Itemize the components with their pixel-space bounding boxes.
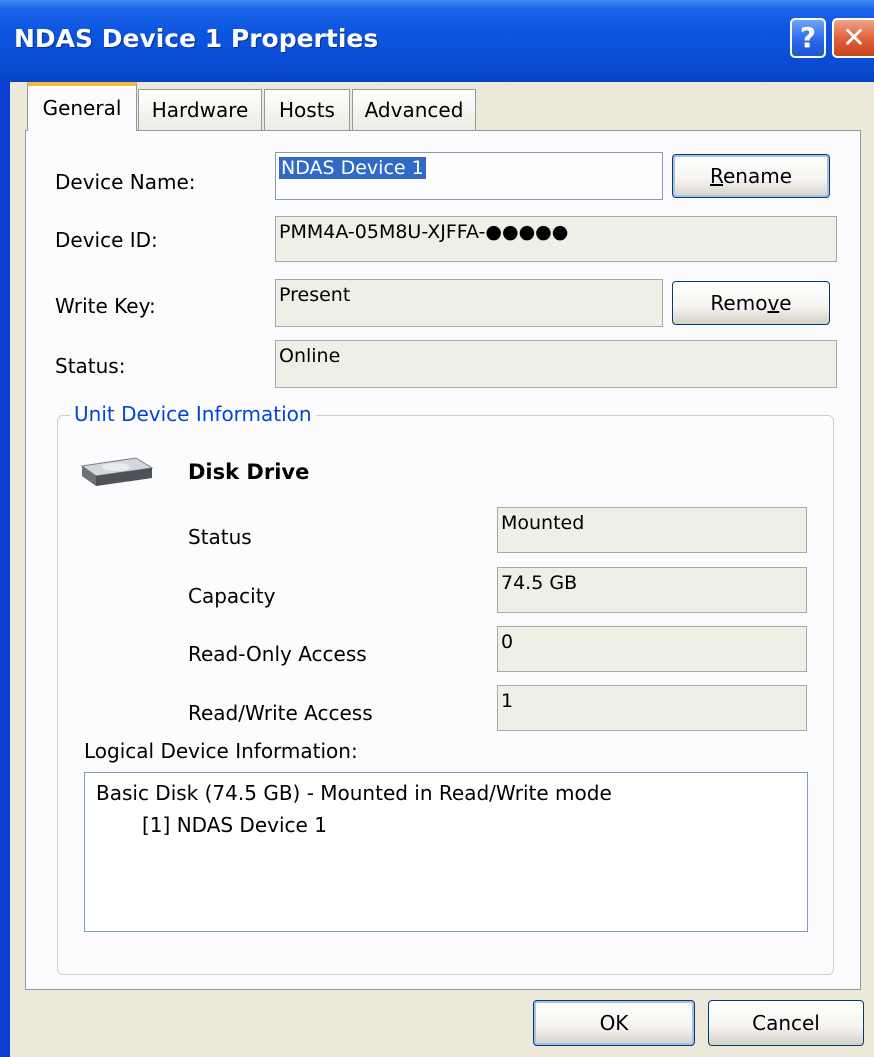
remove-label-post: e [779, 291, 792, 315]
device-id-field[interactable]: PMM4A-05M8U-XJFFA-●●●●● [275, 216, 837, 262]
tab-advanced[interactable]: Advanced [352, 89, 476, 131]
window-title: NDAS Device 1 Properties [14, 24, 379, 53]
disk-drive-title: Disk Drive [188, 460, 310, 484]
close-icon[interactable]: ✕ [832, 18, 874, 58]
read-write-access-field[interactable]: 1 [497, 685, 807, 731]
read-only-access-field[interactable]: 0 [497, 626, 807, 672]
remove-button[interactable]: Remove [672, 281, 830, 325]
rename-accel: R [709, 164, 723, 188]
cancel-button[interactable]: Cancel [708, 1000, 864, 1046]
status-label: Status: [55, 354, 126, 378]
rename-label-post: ename [722, 164, 793, 188]
tab-general[interactable]: General [27, 82, 137, 131]
capacity-field[interactable]: 74.5 GB [497, 567, 807, 613]
logical-device-label: Logical Device Information: [84, 739, 358, 763]
write-key-label: Write Key: [55, 294, 156, 318]
help-icon[interactable]: ? [790, 18, 826, 58]
read-write-access-label: Read/Write Access [188, 701, 373, 725]
title-bar[interactable]: NDAS Device 1 Properties ? ✕ [0, 0, 874, 82]
list-item[interactable]: [1] NDAS Device 1 [96, 813, 807, 837]
unit-status-field[interactable]: Mounted [497, 507, 807, 553]
window-frame: NDAS Device 1 Properties ? ✕ General Har… [0, 0, 874, 1057]
unit-device-group-title: Unit Device Information [70, 402, 316, 426]
ok-button[interactable]: OK [533, 1000, 695, 1046]
remove-label-pre: Remo [710, 291, 768, 315]
device-name-field[interactable]: NDAS Device 1 [275, 152, 663, 200]
logical-device-list[interactable]: Basic Disk (74.5 GB) - Mounted in Read/W… [84, 772, 808, 932]
device-name-label: Device Name: [55, 170, 196, 194]
unit-status-label: Status [188, 525, 252, 549]
status-field[interactable]: Online [275, 340, 837, 388]
rename-button[interactable]: Rename [672, 154, 830, 198]
write-key-field[interactable]: Present [275, 279, 663, 327]
list-item[interactable]: Basic Disk (74.5 GB) - Mounted in Read/W… [96, 781, 807, 805]
dialog-client: General Hardware Hosts Advanced Device N… [10, 82, 874, 1057]
device-name-value: NDAS Device 1 [279, 157, 426, 179]
capacity-label: Capacity [188, 584, 276, 608]
remove-accel: v [767, 291, 780, 315]
read-only-access-label: Read-Only Access [188, 642, 367, 666]
device-id-label: Device ID: [55, 228, 158, 252]
disk-drive-icon [78, 452, 154, 492]
tab-hosts[interactable]: Hosts [264, 89, 350, 131]
tab-hardware[interactable]: Hardware [138, 89, 262, 131]
